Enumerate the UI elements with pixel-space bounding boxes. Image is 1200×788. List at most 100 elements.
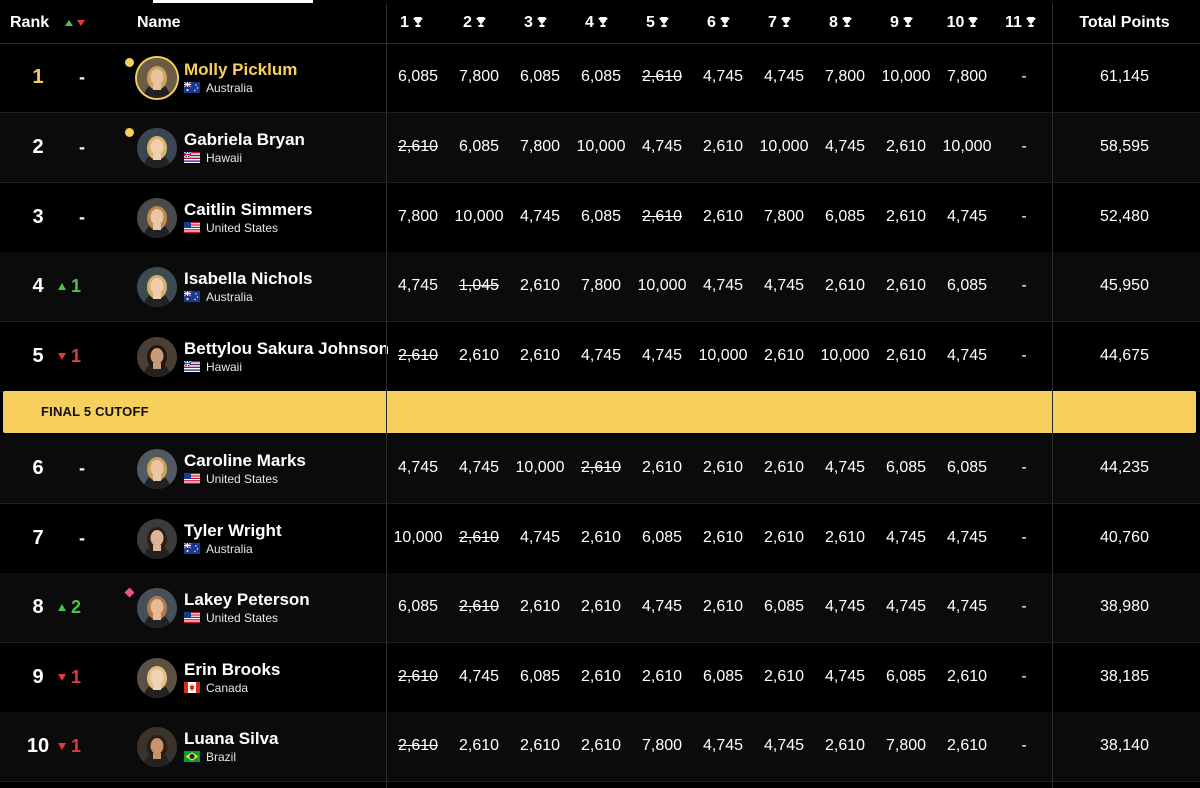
country-name: Hawaii (206, 360, 243, 374)
brazil-flag-icon (184, 751, 200, 762)
event-header-3[interactable]: 3 (512, 3, 560, 43)
rank-change-value: 1 (71, 346, 82, 366)
event-score: 4,745 (946, 208, 988, 225)
event-header-8[interactable]: 8 (817, 3, 865, 43)
surfer-name[interactable]: Bettylou Sakura Johnson (184, 339, 389, 359)
event-score: 7,800 (641, 737, 683, 754)
event-score: 10,000 (759, 138, 809, 155)
trophy-icon (968, 17, 978, 27)
rank-change-value: 1 (71, 667, 82, 687)
surfer-name[interactable]: Tyler Wright (184, 521, 282, 541)
column-divider (386, 3, 387, 788)
event-header-11[interactable]: 11 (997, 3, 1045, 43)
no-change-dash: - (79, 528, 85, 548)
surfer-name[interactable]: Caitlin Simmers (184, 200, 313, 220)
event-header-5[interactable]: 5 (634, 3, 682, 43)
event-score: 10,000 (393, 529, 443, 546)
avatar[interactable] (137, 519, 177, 559)
avatar[interactable] (137, 588, 177, 628)
event-score: 6,085 (702, 668, 744, 685)
surfer-name[interactable]: Isabella Nichols (184, 269, 313, 289)
australia-flag-icon (184, 543, 200, 554)
event-score: 4,745 (885, 598, 927, 615)
name-header[interactable]: Name (137, 3, 181, 43)
total-points: 38,185 (1100, 668, 1149, 685)
event-score: 7,800 (519, 138, 561, 155)
avatar[interactable] (137, 449, 177, 489)
event-score: 10,000 (820, 347, 870, 364)
event-score: 4,745 (580, 347, 622, 364)
total-points-header[interactable]: Total Points (1053, 3, 1196, 43)
rank-number: 2 (32, 136, 44, 158)
total-points: 38,980 (1100, 598, 1149, 615)
event-number: 8 (829, 14, 838, 31)
event-score: 6,085 (397, 68, 439, 85)
trophy-icon (842, 17, 852, 27)
avatar[interactable] (137, 727, 177, 767)
event-score: 2,610 (580, 737, 622, 754)
event-score: 6,085 (885, 459, 927, 476)
avatar[interactable] (137, 658, 177, 698)
trophy-icon (476, 17, 486, 27)
event-score: 4,745 (641, 347, 683, 364)
event-header-2[interactable]: 2 (451, 3, 499, 43)
rank-number: 6 (32, 457, 44, 479)
rank-change-value: 2 (71, 597, 82, 617)
avatar[interactable] (137, 58, 177, 98)
avatar[interactable] (137, 128, 177, 168)
event-header-1[interactable]: 1 (388, 3, 436, 43)
surfer-name[interactable]: Lakey Peterson (184, 590, 310, 610)
event-score: 2,610 (580, 529, 622, 546)
surfer-name[interactable]: Caroline Marks (184, 451, 306, 471)
event-score: 2,610 (580, 668, 622, 685)
event-score: - (1021, 598, 1027, 615)
event-score: 6,085 (580, 68, 622, 85)
event-score: 6,085 (519, 68, 561, 85)
event-header-9[interactable]: 9 (878, 3, 926, 43)
usa-flag-icon (184, 222, 200, 233)
event-score: 7,800 (885, 737, 927, 754)
total-points: 58,595 (1100, 138, 1149, 155)
surfer-name[interactable]: Luana Silva (184, 729, 278, 749)
dropped-event-score: 2,610 (397, 737, 439, 754)
event-score: 2,610 (519, 598, 561, 615)
event-header-6[interactable]: 6 (695, 3, 743, 43)
event-header-7[interactable]: 7 (756, 3, 804, 43)
country-name: Australia (206, 542, 253, 556)
event-score: - (1021, 459, 1027, 476)
event-score: - (1021, 737, 1027, 754)
event-number: 10 (946, 14, 965, 31)
event-score: 2,610 (885, 347, 927, 364)
usa-flag-icon (184, 473, 200, 484)
event-header-10[interactable]: 10 (939, 3, 987, 43)
avatar[interactable] (137, 337, 177, 377)
dropped-event-score: 2,610 (397, 138, 439, 155)
country-name: United States (206, 221, 279, 235)
surfer-name[interactable]: Erin Brooks (184, 660, 280, 680)
surfer-country: Australia (184, 81, 253, 95)
event-score: - (1021, 277, 1027, 294)
avatar[interactable] (137, 267, 177, 307)
rank-header[interactable]: Rank (10, 3, 49, 43)
sort-arrows-icon[interactable] (64, 3, 88, 43)
event-score: 4,745 (519, 208, 561, 225)
event-score: 2,610 (702, 459, 744, 476)
event-score: 4,745 (824, 668, 866, 685)
rank-number: 1 (32, 66, 44, 88)
surfer-name[interactable]: Molly Picklum (184, 60, 297, 80)
total-points: 40,760 (1100, 529, 1149, 546)
trophy-icon (598, 17, 608, 27)
event-score: 2,610 (458, 347, 500, 364)
surfer-name[interactable]: Gabriela Bryan (184, 130, 305, 150)
event-score: 2,610 (519, 347, 561, 364)
surfer-country: Hawaii (184, 151, 242, 165)
event-header-4[interactable]: 4 (573, 3, 621, 43)
table-header: Rank Name 1 2 3 4 5 6 7 8 9 10 11 Total Points (0, 3, 1200, 44)
trophy-icon (1026, 17, 1036, 27)
event-score: 2,610 (885, 138, 927, 155)
event-score: 7,800 (824, 68, 866, 85)
surfer-country: Canada (184, 681, 248, 695)
avatar[interactable] (137, 198, 177, 238)
event-score: 6,085 (763, 598, 805, 615)
rank-change: 2 (58, 597, 108, 618)
